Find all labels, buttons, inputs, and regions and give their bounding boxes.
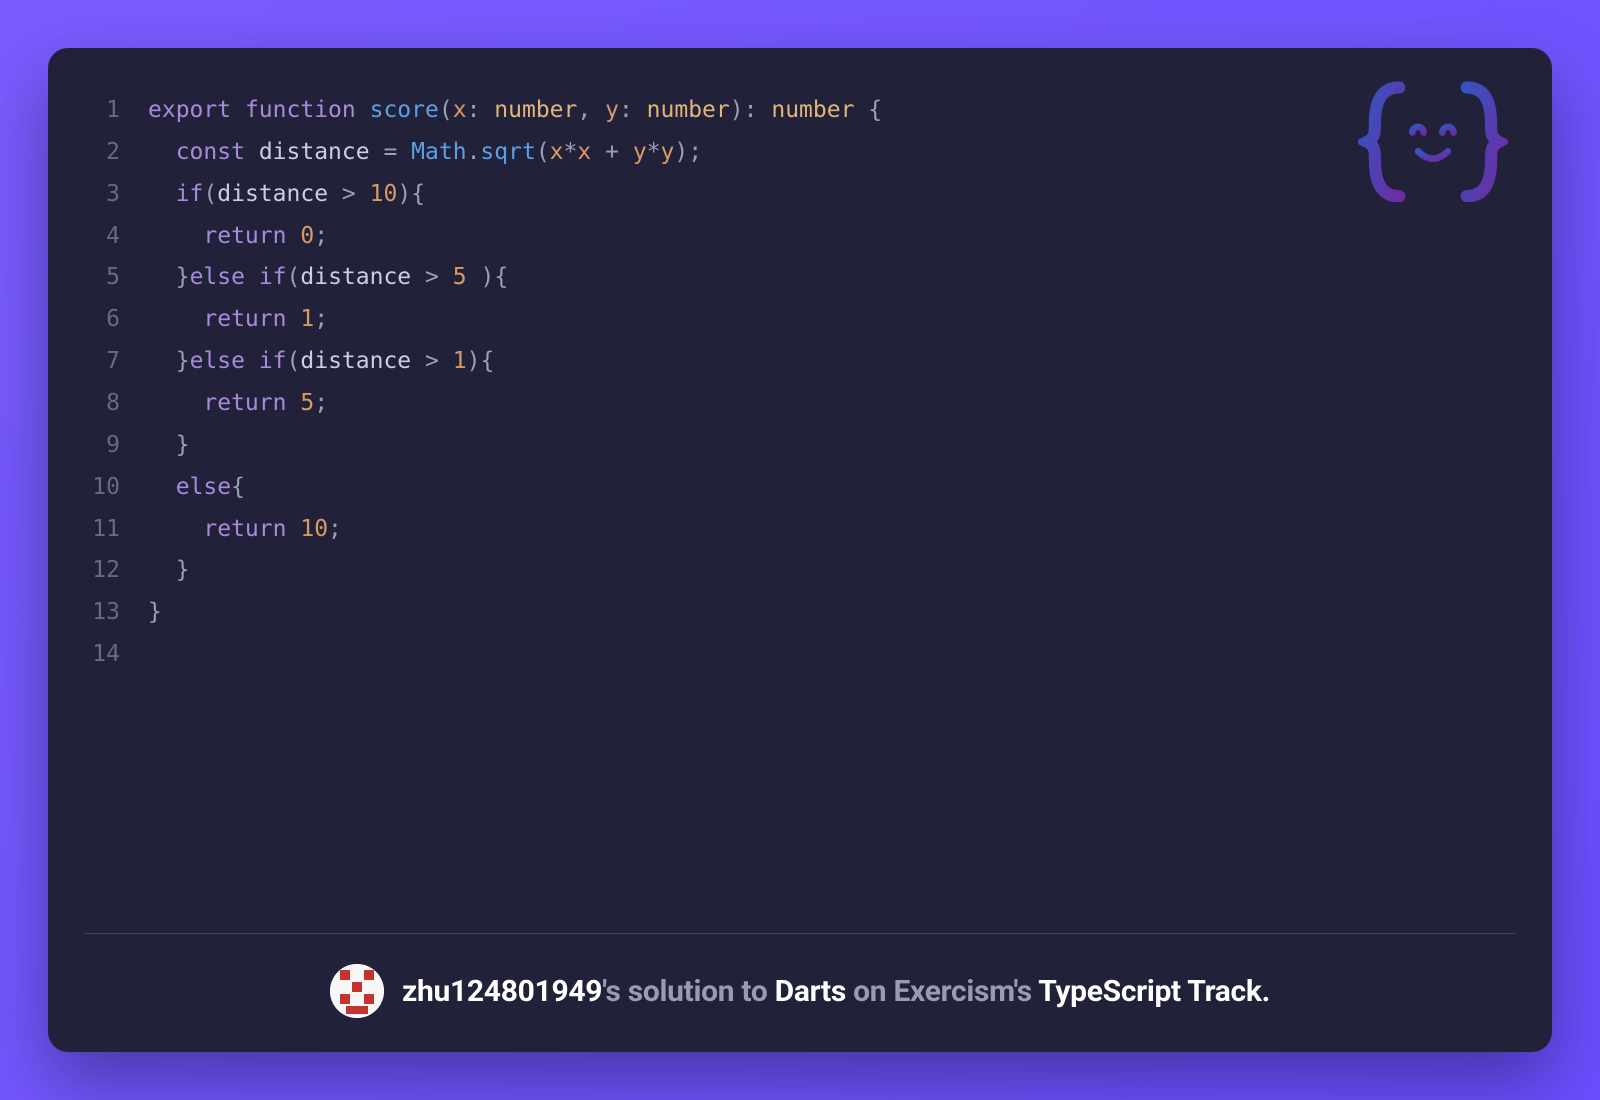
code-line: } [148, 550, 882, 592]
attribution-text: zhu124801949's solution to Darts on Exer… [402, 974, 1270, 1009]
code-line [148, 634, 882, 676]
attribution-middle-2: on Exercism's [846, 974, 1038, 1009]
code-line: return 10; [148, 509, 882, 551]
code-line: return 1; [148, 299, 882, 341]
line-number: 8 [84, 383, 120, 425]
line-number: 11 [84, 509, 120, 551]
code-line: }else if(distance > 1){ [148, 341, 882, 383]
exercise-name: Darts [775, 974, 846, 1009]
line-number: 10 [84, 467, 120, 509]
code-line: if(distance > 10){ [148, 174, 882, 216]
code-content: export function score(x: number, y: numb… [148, 90, 882, 905]
code-line: } [148, 425, 882, 467]
exercism-logo-icon [1358, 80, 1508, 210]
line-number: 9 [84, 425, 120, 467]
line-number: 1 [84, 90, 120, 132]
line-number: 4 [84, 216, 120, 258]
line-number: 13 [84, 592, 120, 634]
line-number: 5 [84, 257, 120, 299]
username: zhu124801949 [402, 974, 602, 1009]
code-line: const distance = Math.sqrt(x*x + y*y); [148, 132, 882, 174]
line-number-gutter: 1234567891011121314 [84, 90, 120, 905]
code-line: return 5; [148, 383, 882, 425]
track-name: TypeScript Track. [1038, 974, 1270, 1009]
code-line: } [148, 592, 882, 634]
attribution-footer: zhu124801949's solution to Darts on Exer… [84, 934, 1516, 1018]
line-number: 6 [84, 299, 120, 341]
line-number: 14 [84, 634, 120, 676]
avatar [330, 964, 384, 1018]
line-number: 12 [84, 550, 120, 592]
line-number: 7 [84, 341, 120, 383]
code-line: return 0; [148, 216, 882, 258]
code-line: else{ [148, 467, 882, 509]
line-number: 2 [84, 132, 120, 174]
attribution-middle-1: 's solution to [602, 974, 774, 1009]
line-number: 3 [84, 174, 120, 216]
code-snippet-card: 1234567891011121314 export function scor… [48, 48, 1552, 1052]
code-block: 1234567891011121314 export function scor… [84, 90, 1516, 905]
code-line: export function score(x: number, y: numb… [148, 90, 882, 132]
code-line: }else if(distance > 5 ){ [148, 257, 882, 299]
